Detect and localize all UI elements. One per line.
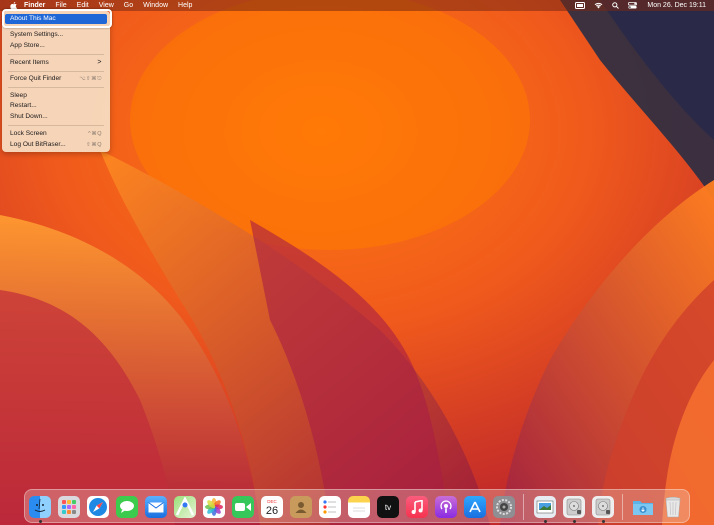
trash-icon[interactable] [662, 496, 684, 518]
messages-icon[interactable] [116, 496, 138, 518]
menu-item-recent-items[interactable]: Recent Items > [5, 58, 107, 68]
dock-separator [523, 494, 524, 520]
reminders-icon[interactable] [319, 496, 341, 518]
finder-icon[interactable] [29, 496, 51, 518]
disk-utility-running-indicator [573, 520, 576, 523]
music-icon[interactable] [406, 496, 428, 518]
downloads-folder-icon[interactable] [632, 496, 654, 518]
safari-icon[interactable] [87, 496, 109, 518]
menu-item-system-settings[interactable]: System Settings... [5, 30, 107, 40]
menu-item-log-out[interactable]: Log Out BitRaser... ⇧⌘Q [5, 140, 107, 150]
menu-item-lock-screen[interactable]: Lock Screen ^⌘Q [5, 129, 107, 139]
submenu-chevron-icon: > [97, 59, 102, 66]
apple-tv-label: tv [384, 502, 392, 512]
preview-icon[interactable] [534, 496, 556, 518]
screen-mirror-icon[interactable] [575, 2, 586, 9]
menu-window[interactable]: Window [143, 0, 168, 11]
dock-separator [622, 494, 623, 520]
menu-item-sleep[interactable]: Sleep [5, 91, 107, 101]
menu-help[interactable]: Help [178, 0, 192, 11]
wifi-icon[interactable] [594, 2, 603, 9]
shortcut-log-out: ⇧⌘Q [86, 142, 102, 148]
apple-tv-icon[interactable]: tv [377, 496, 399, 518]
apple-menu: About This Mac System Settings... App St… [2, 11, 110, 152]
control-center-icon[interactable] [628, 2, 638, 9]
disk-utility-icon[interactable] [563, 496, 585, 518]
shortcut-lock-screen: ^⌘Q [88, 131, 102, 137]
calendar-icon[interactable]: DEC 26 [261, 496, 283, 518]
launchpad-icon[interactable] [58, 496, 80, 518]
mail-icon[interactable] [145, 496, 167, 518]
contacts-icon[interactable] [290, 496, 312, 518]
facetime-icon[interactable] [232, 496, 254, 518]
menu-separator [8, 87, 104, 88]
menu-go[interactable]: Go [124, 0, 133, 11]
menu-separator [8, 71, 104, 72]
system-settings-icon[interactable] [493, 496, 515, 518]
finder-running-indicator [39, 520, 42, 523]
calendar-day: 26 [265, 504, 279, 517]
podcasts-icon[interactable] [435, 496, 457, 518]
menu-item-app-store[interactable]: App Store... [5, 41, 107, 51]
menu-item-shut-down[interactable]: Shut Down... [5, 112, 107, 122]
spotlight-search-icon[interactable] [612, 2, 620, 9]
maps-icon[interactable] [174, 496, 196, 518]
app-store-icon[interactable] [464, 496, 486, 518]
menu-item-force-quit[interactable]: Force Quit Finder ⌥⇧⌘⎋ [5, 74, 107, 84]
selection-highlight-frame [2, 9, 112, 28]
menu-item-restart[interactable]: Restart... [5, 101, 107, 111]
menubar-clock[interactable]: Mon 26. Dec 19:11 [647, 0, 706, 11]
menu-separator [8, 54, 104, 55]
shortcut-force-quit: ⌥⇧⌘⎋ [79, 76, 102, 82]
disk-utility-2-running-indicator [602, 520, 605, 523]
menu-separator [8, 125, 104, 126]
disk-utility-2-icon[interactable] [592, 496, 614, 518]
preview-running-indicator [544, 520, 547, 523]
photos-icon[interactable] [203, 496, 225, 518]
notes-icon[interactable] [348, 496, 370, 518]
